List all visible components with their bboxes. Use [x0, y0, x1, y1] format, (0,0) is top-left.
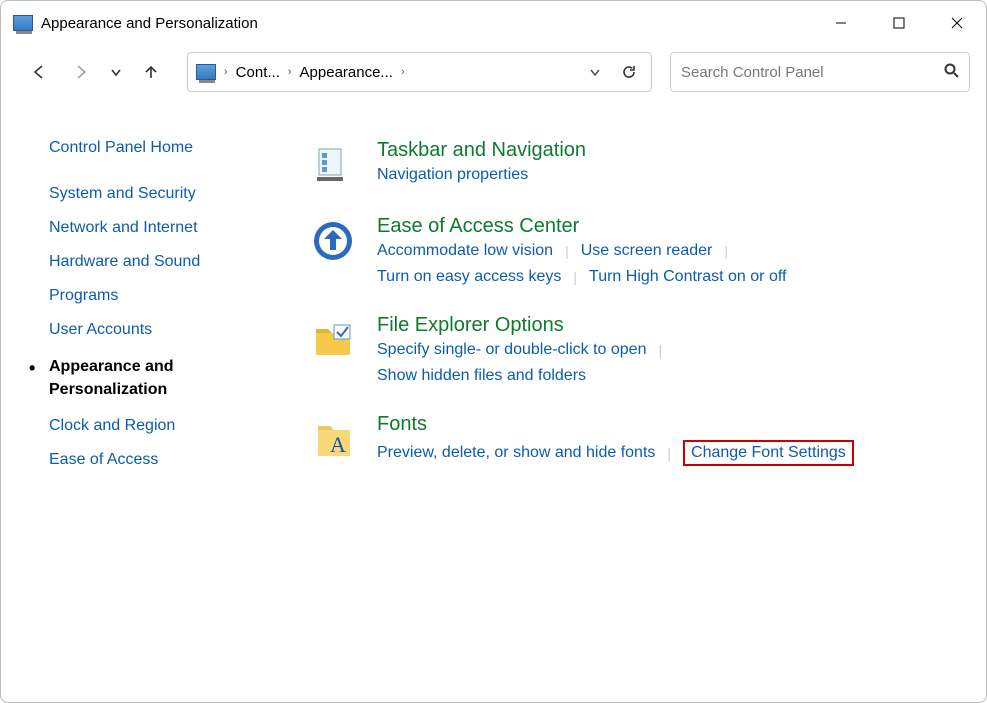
sidebar-item-programs[interactable]: Programs: [49, 287, 311, 305]
separator: |: [712, 243, 740, 259]
task-high-contrast[interactable]: Turn High Contrast on or off: [589, 268, 786, 286]
sidebar-item-appearance[interactable]: Appearance andPersonalization: [49, 355, 311, 401]
sidebar-item-network-internet[interactable]: Network and Internet: [49, 219, 311, 237]
navbar: › Cont... › Appearance... › Search Contr…: [1, 45, 986, 99]
category-title-taskbar[interactable]: Taskbar and Navigation: [377, 139, 956, 162]
task-navigation-properties[interactable]: Navigation properties: [377, 166, 528, 184]
chevron-right-icon[interactable]: ›: [399, 66, 407, 78]
refresh-button[interactable]: [615, 58, 643, 86]
control-panel-icon: [13, 15, 33, 31]
task-preview-fonts[interactable]: Preview, delete, or show and hide fonts: [377, 444, 655, 462]
separator: |: [655, 445, 683, 461]
up-button[interactable]: [133, 54, 169, 90]
task-single-double-click[interactable]: Specify single- or double-click to open: [377, 341, 646, 359]
separator: |: [646, 342, 674, 358]
recent-dropdown[interactable]: [105, 54, 127, 90]
search-input[interactable]: Search Control Panel: [670, 52, 970, 92]
chevron-right-icon[interactable]: ›: [222, 66, 230, 78]
category-ease-of-access: Ease of Access Center Accommodate low vi…: [311, 215, 956, 286]
category-taskbar: Taskbar and Navigation Navigation proper…: [311, 139, 956, 187]
forward-button[interactable]: [63, 54, 99, 90]
maximize-button[interactable]: [870, 3, 928, 43]
breadcrumb-seg-2[interactable]: Appearance...: [300, 64, 393, 81]
task-change-font-settings[interactable]: Change Font Settings: [683, 440, 854, 466]
sidebar-item-user-accounts[interactable]: User Accounts: [49, 321, 311, 339]
search-placeholder: Search Control Panel: [681, 64, 943, 81]
back-button[interactable]: [21, 54, 57, 90]
task-show-hidden-files[interactable]: Show hidden files and folders: [377, 367, 586, 385]
window-controls: [812, 3, 986, 43]
file-explorer-options-icon: [311, 318, 355, 362]
sidebar-item-clock-region[interactable]: Clock and Region: [49, 417, 311, 435]
titlebar: Appearance and Personalization: [1, 1, 986, 45]
window-title: Appearance and Personalization: [41, 15, 258, 32]
fonts-icon: A: [311, 417, 355, 461]
category-file-explorer: File Explorer Options Specify single- or…: [311, 314, 956, 385]
category-fonts: A Fonts Preview, delete, or show and hid…: [311, 413, 956, 466]
category-title-ease[interactable]: Ease of Access Center: [377, 215, 956, 238]
task-use-screen-reader[interactable]: Use screen reader: [581, 242, 713, 260]
sidebar-home[interactable]: Control Panel Home: [49, 139, 311, 157]
separator: |: [553, 243, 581, 259]
control-panel-icon: [196, 64, 216, 80]
body: Control Panel Home System and Security N…: [1, 99, 986, 494]
taskbar-icon: [311, 143, 355, 187]
breadcrumb-seg-1[interactable]: Cont...: [236, 64, 280, 81]
ease-of-access-icon: [311, 219, 355, 263]
chevron-right-icon[interactable]: ›: [286, 66, 294, 78]
category-title-explorer[interactable]: File Explorer Options: [377, 314, 956, 337]
separator: |: [561, 269, 589, 285]
sidebar: Control Panel Home System and Security N…: [1, 139, 311, 494]
search-icon[interactable]: [943, 62, 959, 82]
content: Taskbar and Navigation Navigation proper…: [311, 139, 986, 494]
category-title-fonts[interactable]: Fonts: [377, 413, 956, 436]
sidebar-item-ease-access[interactable]: Ease of Access: [49, 451, 311, 469]
task-easy-access-keys[interactable]: Turn on easy access keys: [377, 268, 561, 286]
sidebar-item-hardware-sound[interactable]: Hardware and Sound: [49, 253, 311, 271]
address-dropdown[interactable]: [581, 58, 609, 86]
svg-text:A: A: [330, 432, 346, 457]
minimize-button[interactable]: [812, 3, 870, 43]
sidebar-item-system-security[interactable]: System and Security: [49, 185, 311, 203]
task-accommodate-low-vision[interactable]: Accommodate low vision: [377, 242, 553, 260]
close-button[interactable]: [928, 3, 986, 43]
addressbar[interactable]: › Cont... › Appearance... ›: [187, 52, 652, 92]
